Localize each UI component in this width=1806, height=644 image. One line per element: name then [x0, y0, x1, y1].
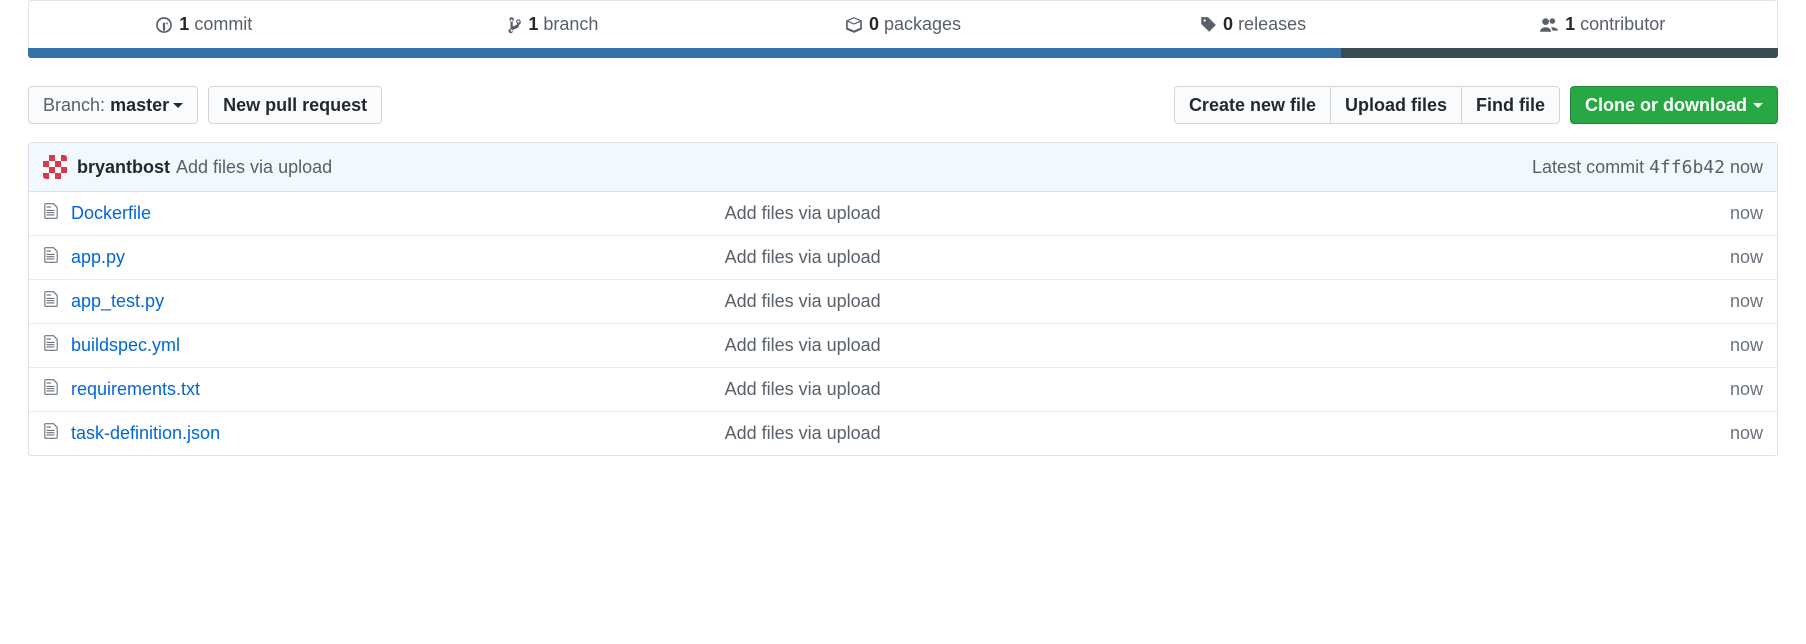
branch-select-button[interactable]: Branch: master [28, 86, 198, 124]
contributors-label: contributor [1580, 14, 1665, 34]
table-row: app_test.pyAdd files via uploadnow [29, 280, 1777, 324]
clone-download-button[interactable]: Clone or download [1570, 86, 1778, 124]
commit-message[interactable]: Add files via upload [176, 157, 332, 178]
repo-stats-bar: 1 commit 1 branch 0 packages 0 releases … [28, 0, 1778, 48]
file-age: now [1730, 379, 1763, 400]
latest-commit-bar: bryantbost Add files via upload Latest c… [29, 143, 1777, 192]
file-commit-message[interactable]: Add files via upload [725, 423, 1730, 444]
branch-icon [508, 16, 522, 34]
caret-down-icon [173, 103, 183, 108]
create-new-file-button[interactable]: Create new file [1174, 86, 1331, 124]
file-commit-message[interactable]: Add files via upload [725, 335, 1730, 356]
commit-when: now [1730, 157, 1763, 177]
file-icon [43, 202, 59, 225]
commits-label: commit [194, 14, 252, 34]
file-age: now [1730, 291, 1763, 312]
file-icon [43, 246, 59, 269]
people-icon [1539, 16, 1559, 34]
package-icon [845, 16, 863, 34]
commits-count: 1 [179, 14, 189, 34]
branch-prefix: Branch: [43, 95, 105, 115]
file-icon [43, 334, 59, 357]
contributors-stat[interactable]: 1 contributor [1427, 1, 1777, 48]
latest-commit-label: Latest commit [1532, 157, 1644, 177]
file-commit-message[interactable]: Add files via upload [725, 203, 1730, 224]
branch-name: master [110, 95, 169, 115]
file-age: now [1730, 247, 1763, 268]
language-segment-secondary [1341, 48, 1779, 58]
file-name-link[interactable]: buildspec.yml [71, 335, 725, 356]
upload-files-button[interactable]: Upload files [1330, 86, 1462, 124]
file-commit-message[interactable]: Add files via upload [725, 291, 1730, 312]
branches-label: branch [543, 14, 598, 34]
file-icon [43, 422, 59, 445]
file-age: now [1730, 203, 1763, 224]
file-name-link[interactable]: Dockerfile [71, 203, 725, 224]
commits-stat[interactable]: 1 commit [29, 1, 379, 48]
file-name-link[interactable]: app.py [71, 247, 725, 268]
file-commit-message[interactable]: Add files via upload [725, 247, 1730, 268]
caret-down-icon [1753, 103, 1763, 108]
file-actions-group: Create new file Upload files Find file [1174, 86, 1560, 124]
avatar[interactable] [43, 155, 67, 179]
file-icon [43, 290, 59, 313]
table-row: DockerfileAdd files via uploadnow [29, 192, 1777, 236]
tag-icon [1199, 16, 1217, 34]
releases-stat[interactable]: 0 releases [1078, 1, 1428, 48]
contributors-count: 1 [1565, 14, 1575, 34]
commit-author[interactable]: bryantbost [77, 157, 170, 178]
table-row: requirements.txtAdd files via uploadnow [29, 368, 1777, 412]
language-segment-primary [28, 48, 1341, 58]
file-name-link[interactable]: task-definition.json [71, 423, 725, 444]
language-bar[interactable] [28, 48, 1778, 58]
history-icon [155, 16, 173, 34]
file-icon [43, 378, 59, 401]
file-name-link[interactable]: requirements.txt [71, 379, 725, 400]
file-nav-toolbar: Branch: master New pull request Create n… [28, 86, 1778, 124]
commit-sha[interactable]: 4ff6b42 [1649, 157, 1725, 178]
releases-count: 0 [1223, 14, 1233, 34]
file-commit-message[interactable]: Add files via upload [725, 379, 1730, 400]
table-row: buildspec.ymlAdd files via uploadnow [29, 324, 1777, 368]
branches-count: 1 [528, 14, 538, 34]
clone-label: Clone or download [1585, 95, 1747, 115]
packages-count: 0 [869, 14, 879, 34]
releases-label: releases [1238, 14, 1306, 34]
file-name-link[interactable]: app_test.py [71, 291, 725, 312]
find-file-button[interactable]: Find file [1461, 86, 1560, 124]
table-row: task-definition.jsonAdd files via upload… [29, 412, 1777, 455]
file-age: now [1730, 335, 1763, 356]
packages-stat[interactable]: 0 packages [728, 1, 1078, 48]
table-row: app.pyAdd files via uploadnow [29, 236, 1777, 280]
file-list: bryantbost Add files via upload Latest c… [28, 142, 1778, 456]
file-age: now [1730, 423, 1763, 444]
packages-label: packages [884, 14, 961, 34]
new-pull-request-button[interactable]: New pull request [208, 86, 382, 124]
branches-stat[interactable]: 1 branch [379, 1, 729, 48]
